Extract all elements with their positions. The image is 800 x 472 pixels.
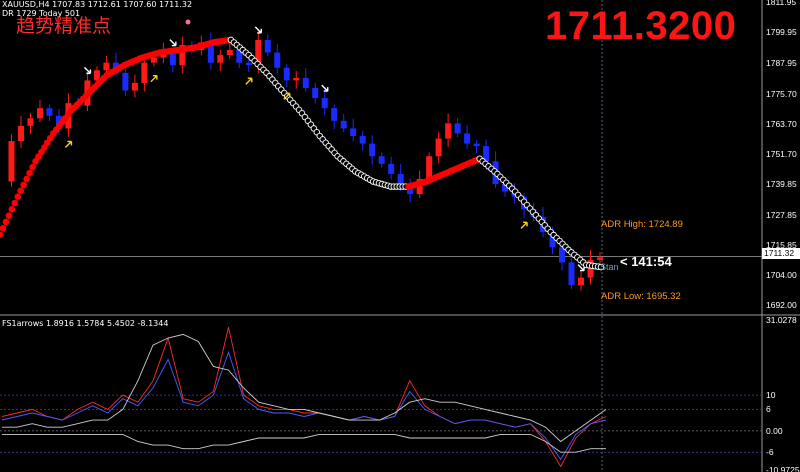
watermark-title: 趋势精准点: [16, 15, 112, 37]
candle-body: [103, 62, 110, 71]
candle-body: [169, 52, 176, 66]
candle-body: [274, 52, 281, 68]
candles: [8, 30, 603, 291]
candle-body: [17, 125, 24, 142]
trend-dot-up: [11, 199, 19, 207]
candle-body: [217, 55, 224, 63]
candle-body: [397, 173, 404, 185]
candle-body: [150, 57, 157, 63]
candle-body: [568, 262, 575, 286]
signal-dot: [185, 19, 191, 25]
candle-body: [331, 108, 338, 121]
axis-tick-label: 1739.85: [766, 179, 797, 190]
candle-body: [264, 39, 271, 53]
candle-body: [131, 82, 138, 91]
trend-dot-up: [20, 181, 27, 189]
trend-dot-up: [23, 175, 30, 183]
candle-body: [8, 141, 15, 182]
candle-body: [293, 77, 300, 81]
arrow-up-icon: [520, 221, 528, 229]
axis-tick-label: 1799.95: [766, 27, 797, 38]
arrow-up-icon: [64, 140, 73, 148]
axis-tick-label: 1775.70: [766, 88, 797, 99]
candle-body: [454, 123, 461, 134]
candle-body: [321, 98, 328, 109]
candle-body: [340, 120, 347, 129]
axis-tick-label: 6: [766, 404, 771, 415]
indicator-title: FS1arrows 1.8916 1.5784 5.4502 -8.1344: [2, 319, 169, 328]
chart-canvas: [0, 0, 800, 472]
candle-body: [378, 156, 385, 164]
candle-body: [312, 87, 319, 99]
candle-body: [473, 143, 480, 147]
candle-body: [435, 138, 442, 157]
axis-tick-label: 1715.85: [766, 240, 797, 251]
candle-body: [36, 108, 43, 119]
candle-body: [388, 163, 395, 174]
candle-body: [426, 156, 433, 179]
oscillator-line: [1, 327, 607, 468]
candle-body: [141, 62, 148, 83]
oscillator-line: [1, 350, 607, 461]
axis-tick-label: 1751.70: [766, 149, 797, 160]
oscillator-line: [2, 433, 606, 453]
axis-tick-label: 31.0278: [766, 315, 797, 325]
candle-body: [597, 257, 603, 260]
candle-body: [369, 143, 376, 157]
candle-body: [464, 133, 471, 144]
adr-low-label: ADR Low: 1695.32: [601, 291, 681, 302]
current-price-big: 1711.3200: [545, 4, 737, 48]
candle-body: [226, 50, 233, 56]
trend-dot-up: [0, 231, 4, 238]
candle-body: [578, 277, 585, 286]
candle-body: [122, 72, 129, 91]
axis-tick-label: 10: [766, 390, 776, 401]
trend-dot-up: [17, 187, 25, 195]
candle-body: [359, 136, 366, 144]
trend-dot-up: [29, 163, 36, 171]
axis-tick-label: 0.00: [766, 425, 783, 436]
candle-body: [46, 108, 53, 116]
candle-body: [445, 123, 452, 139]
adr-high-label: ADR High: 1724.89: [601, 219, 683, 230]
candle-body: [302, 77, 309, 88]
trend-dot-up: [14, 193, 22, 200]
candle-timer: < 141:54: [620, 254, 672, 269]
trading-chart: { "header": { "line1": "XAUUSD,H4 1707.8…: [0, 0, 800, 472]
chart-header: XAUUSD,H4 1707.83 1712.61 1707.60 1711.3…: [2, 0, 193, 9]
candle-body: [350, 128, 357, 137]
axis-tick-label: 1763.70: [766, 119, 797, 130]
axis-tick-label: 1811.95: [766, 0, 797, 8]
axis-tick-label: 1704.00: [766, 270, 797, 281]
axis-tick-label: 1692.00: [766, 300, 797, 311]
trend-dot-up: [5, 212, 13, 219]
axis-tick-label: -10.9725: [766, 465, 800, 472]
axis-tick-label: -6: [766, 447, 774, 458]
trend-dot-up: [8, 206, 16, 213]
candle-body: [27, 118, 34, 126]
trend-dot-up: [26, 169, 33, 177]
candle-body: [283, 67, 290, 81]
axis-tick-label: 1727.85: [766, 209, 797, 220]
axis-tick-label: 1787.95: [766, 57, 797, 68]
candle-body: [245, 62, 252, 66]
arrow-up-icon: [245, 77, 253, 85]
oscillator-lines: [1, 327, 607, 468]
timer-label: Stan: [600, 262, 619, 272]
arrow-down-icon: [169, 39, 177, 47]
trend-dot-up: [2, 218, 10, 226]
arrow-up-icon: [150, 74, 158, 83]
oscillator-line: [2, 333, 607, 443]
trend-dot-up: [0, 224, 7, 232]
